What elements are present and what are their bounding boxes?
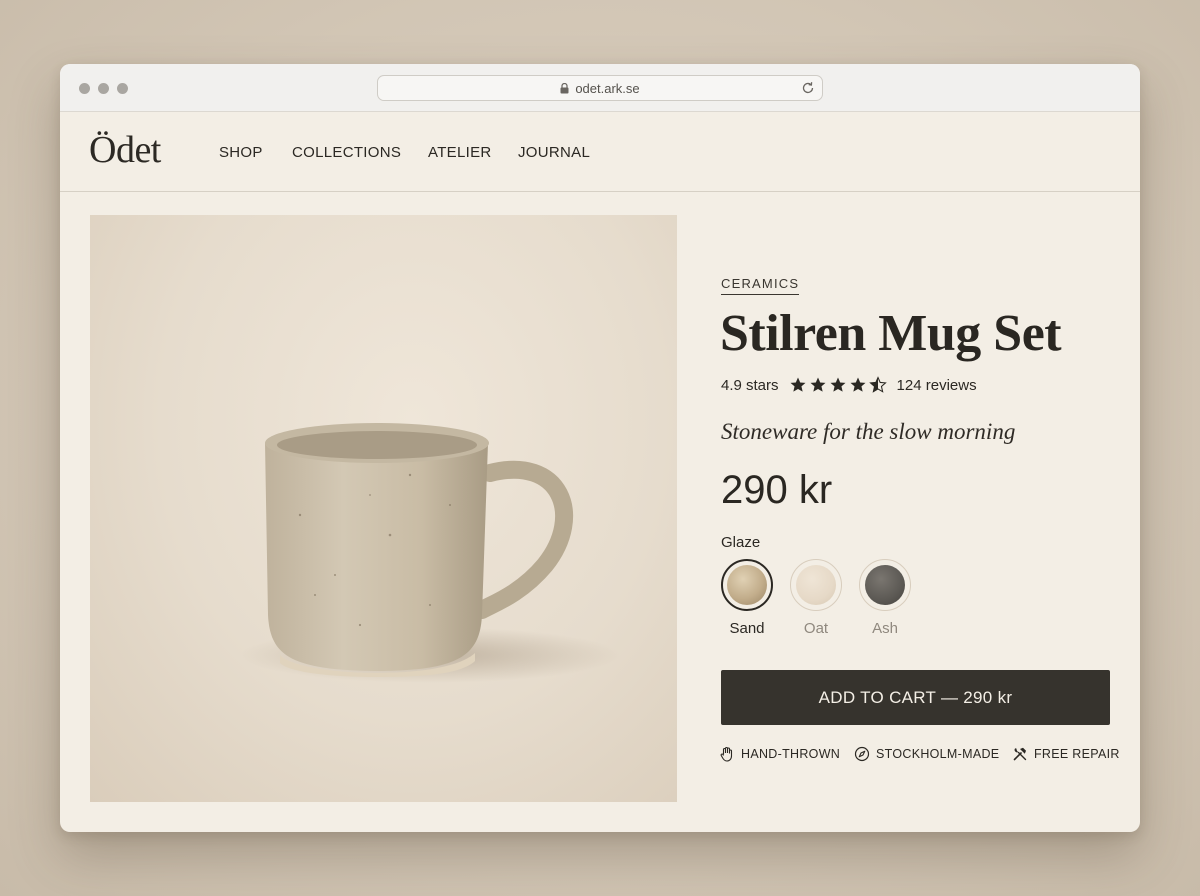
site-header: Ödet SHOP COLLECTIONS ATELIER JOURNAL — [60, 112, 1140, 192]
glaze-swatch-sand[interactable] — [721, 559, 773, 611]
mug-illustration — [240, 423, 620, 683]
glaze-option-sand[interactable]: Sand — [720, 559, 774, 637]
add-to-cart-button[interactable]: ADD TO CART — 290 kr — [721, 670, 1110, 725]
rating-text: 4.9 stars — [721, 376, 779, 394]
nav-item-shop[interactable]: SHOP — [219, 144, 263, 161]
nav-item-collections[interactable]: COLLECTIONS — [292, 144, 401, 161]
feature-label: HAND-THROWN — [741, 747, 841, 761]
glaze-label: Glaze — [721, 534, 761, 551]
hand-icon — [720, 746, 733, 762]
lock-icon — [560, 82, 569, 93]
feature-hand-thrown: HAND-THROWN — [719, 746, 840, 762]
review-count[interactable]: 124 reviews — [897, 377, 977, 394]
window-zoom-button[interactable] — [117, 83, 128, 94]
product-price: 290 kr — [721, 468, 833, 512]
star-half-icon — [868, 376, 887, 393]
tools-icon — [1013, 747, 1027, 761]
product-image — [90, 215, 677, 802]
product-category[interactable]: CERAMICS — [721, 276, 800, 295]
compass-icon — [854, 746, 870, 762]
feature-label: FREE REPAIR — [1034, 747, 1120, 761]
glaze-option-ash[interactable]: Ash — [858, 559, 912, 637]
glaze-swatch-ash[interactable] — [859, 559, 911, 611]
glaze-color-sand — [727, 565, 767, 605]
glaze-color-oat — [796, 565, 836, 605]
brand-logo[interactable]: Ödet — [89, 128, 161, 172]
product-title: Stilren Mug Set — [720, 305, 1062, 362]
feature-stockholm-made: STOCKHOLM-MADE — [854, 746, 999, 762]
glaze-color-ash — [865, 565, 905, 605]
product-tagline: Stoneware for the slow morning — [721, 419, 1016, 444]
reload-icon[interactable] — [800, 80, 816, 96]
star-full-icon — [830, 377, 846, 392]
glaze-name-sand: Sand — [729, 620, 765, 637]
url-text: odet.ark.se — [575, 80, 640, 96]
nav-item-atelier[interactable]: ATELIER — [428, 144, 492, 161]
star-full-icon — [810, 377, 826, 392]
star-rating — [789, 376, 887, 394]
star-full-icon — [850, 377, 866, 392]
glaze-swatch-oat[interactable] — [790, 559, 842, 611]
glaze-option-oat[interactable]: Oat — [789, 559, 843, 637]
address-bar[interactable]: odet.ark.se — [377, 75, 823, 101]
star-full-icon — [790, 377, 806, 392]
window-close-button[interactable] — [79, 83, 90, 94]
browser-window: odet.ark.se Ödet SHOP COLLECTIONS ATELIE… — [60, 64, 1140, 832]
window-minimize-button[interactable] — [98, 83, 109, 94]
feature-label: STOCKHOLM-MADE — [876, 747, 1000, 761]
product-rating[interactable]: 4.9 stars 124 reviews — [721, 376, 977, 394]
feature-free-repair: FREE REPAIR — [1012, 746, 1120, 762]
glaze-name-ash: Ash — [872, 620, 898, 637]
browser-toolbar: odet.ark.se — [60, 64, 1140, 112]
nav-item-journal[interactable]: JOURNAL — [518, 144, 590, 161]
glaze-name-oat: Oat — [803, 620, 829, 637]
